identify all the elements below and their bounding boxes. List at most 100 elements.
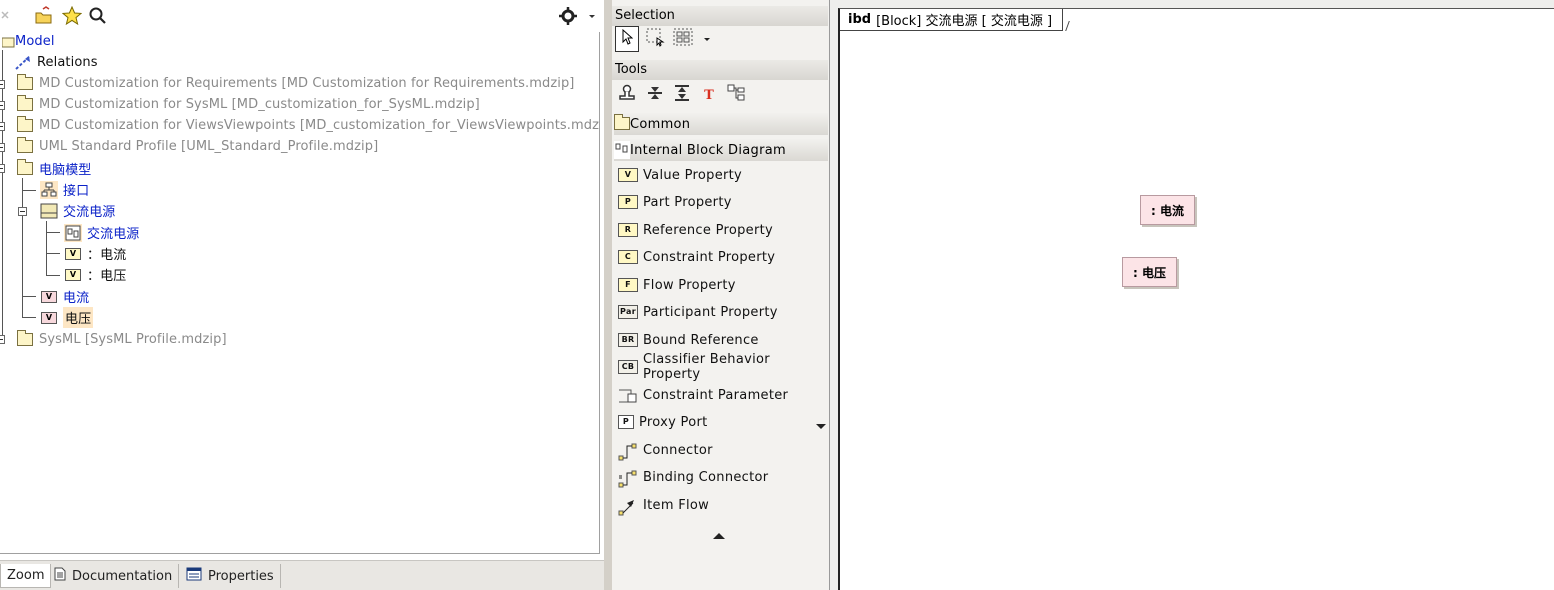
panel-splitter[interactable] (604, 0, 612, 590)
tree-node-uml-standard-profile[interactable]: UML Standard Profile [UML_Standard_Profi… (16, 136, 378, 157)
folder-open-icon[interactable] (34, 6, 54, 26)
value-property-icon: V (64, 245, 82, 263)
expander[interactable] (0, 101, 5, 110)
diagram-area: ibd [Block] 交流电源 [ 交流电源 ] : 电流 : 电压 (830, 0, 1554, 590)
palette-item-constraint-property[interactable]: C Constraint Property (614, 245, 828, 269)
collapse-icon[interactable] (0, 6, 20, 26)
relations-icon (14, 54, 32, 72)
tree-node-computer-model[interactable]: 电脑模型 (16, 158, 91, 179)
tree-node-md-sysml[interactable]: MD Customization for SysML [MD_customiza… (16, 94, 480, 115)
palette-item-reference-property[interactable]: R Reference Property (614, 218, 828, 242)
part-label: : 电流 (1151, 204, 1184, 218)
stamp-icon (618, 84, 636, 106)
palette-item-value-property[interactable]: V Value Property (614, 163, 828, 187)
tree-node-sysml-profile[interactable]: SysML [SysML Profile.mdzip] (16, 329, 227, 350)
palette-item-flow-property[interactable]: F Flow Property (614, 273, 828, 297)
tree-node-model[interactable]: Model (0, 32, 55, 52)
classifier-behavior-icon: CB (618, 360, 638, 374)
part-property-current[interactable]: : 电流 (1140, 195, 1195, 225)
constraint-parameter-icon (618, 388, 638, 403)
palette-item-participant-property[interactable]: Par Participant Property (614, 300, 828, 324)
tree-node-relations[interactable]: Relations (14, 52, 98, 73)
diagram-title: [Block] 交流电源 [ 交流电源 ] (876, 14, 1053, 29)
marquee-icon (645, 27, 665, 51)
expander[interactable] (18, 207, 27, 216)
expander[interactable] (0, 164, 5, 173)
tree-node-voltage-type[interactable]: V 电压 (40, 307, 94, 328)
stamp-tool-button[interactable] (616, 84, 638, 106)
collapse-space-button[interactable] (644, 84, 666, 106)
palette-group-label: Common (630, 116, 691, 132)
marquee-select-button[interactable] (643, 26, 667, 52)
profile-icon (16, 330, 34, 349)
tab-documentation[interactable]: Documentation (48, 564, 180, 588)
expander[interactable] (0, 143, 5, 152)
tab-label: Zoom (7, 568, 45, 583)
palette-item-label: Constraint Property (643, 249, 776, 265)
chevron-down-icon[interactable] (816, 419, 826, 434)
value-type-icon: V (40, 288, 58, 306)
tree-node-current-type[interactable]: V 电流 (40, 286, 89, 307)
tree-node-label: MD Customization for SysML [MD_customiza… (39, 97, 480, 112)
palette-item-label: Part Property (643, 194, 732, 210)
text-tool-button[interactable]: T (698, 84, 720, 106)
folder-icon (614, 113, 630, 134)
group-select-button[interactable] (671, 26, 695, 52)
diagram-frame-header[interactable]: ibd [Block] 交流电源 [ 交流电源 ] (840, 9, 1064, 31)
expander[interactable] (0, 122, 5, 131)
tree-node-label: 交流电源 (87, 227, 140, 242)
palette-item-label: Flow Property (643, 277, 736, 293)
tree-node-label: UML Standard Profile [UML_Standard_Profi… (39, 139, 379, 154)
palette-item-label: Bound Reference (643, 332, 759, 348)
selection-dropdown[interactable] (700, 26, 714, 52)
diagram-frame[interactable]: ibd [Block] 交流电源 [ 交流电源 ] : 电流 : 电压 (838, 8, 1554, 590)
gear-icon[interactable] (558, 6, 578, 26)
tree-node-md-viewsviewpoints[interactable]: MD Customization for ViewsViewpoints [MD… (16, 115, 599, 136)
tree-node-md-requirements[interactable]: MD Customization for Requirements [MD Cu… (16, 73, 574, 94)
item-flow-icon (618, 498, 638, 516)
palette-selection-header[interactable]: Selection (612, 6, 828, 26)
tree-node-voltage-property[interactable]: V ：电压 (64, 264, 126, 285)
star-icon[interactable] (61, 5, 83, 26)
tree-node-current-property[interactable]: V ：电流 (64, 243, 126, 264)
palette-item-part-property[interactable]: P Part Property (614, 190, 828, 214)
palette-item-connector[interactable]: Connector (614, 438, 828, 462)
tree-node-label: 交流电源 (63, 205, 116, 220)
diagram-kind: ibd (848, 12, 872, 27)
tab-label: Documentation (72, 568, 173, 584)
tree-node-ac-power-block[interactable]: 交流电源 (40, 200, 115, 221)
palette-tools-header[interactable]: Tools (612, 60, 828, 80)
palette-group-ibd[interactable]: Internal Block Diagram (614, 139, 828, 161)
palette-item-label: Item Flow (643, 497, 710, 513)
text-icon: T (704, 87, 714, 103)
package-icon (16, 137, 34, 156)
expander[interactable] (0, 335, 5, 344)
palette-item-bound-reference[interactable]: BR Bound Reference (614, 328, 828, 352)
search-icon[interactable] (88, 6, 108, 26)
palette-group-common[interactable]: Common (614, 113, 828, 135)
proxy-port-icon: P (618, 415, 634, 429)
tab-label: Properties (208, 568, 274, 584)
tree-node-interface[interactable]: 接口 (40, 179, 89, 200)
tab-properties[interactable]: Properties (180, 564, 281, 588)
pointer-tool-button[interactable] (615, 26, 639, 52)
tree-node-ac-power-ibd[interactable]: 交流电源 (64, 222, 139, 243)
expand-vertical-icon (673, 84, 691, 106)
palette-item-constraint-parameter[interactable]: Constraint Parameter (614, 383, 828, 407)
palette-item-label: Value Property (643, 167, 743, 183)
expander[interactable] (0, 80, 5, 89)
part-label: : 电压 (1133, 266, 1166, 280)
palette-item-binding-connector[interactable]: Binding Connector (614, 465, 828, 489)
layout-tool-button[interactable] (725, 84, 747, 106)
palette-item-proxy-port[interactable]: P Proxy Port (614, 410, 828, 434)
layout-icon (727, 84, 745, 106)
connector-icon (618, 443, 638, 461)
palette-item-classifier-behavior-property[interactable]: CB Classifier Behavior Property (614, 352, 828, 382)
tab-zoom[interactable]: Zoom (0, 564, 52, 588)
part-property-voltage[interactable]: : 电压 (1122, 257, 1177, 287)
scroll-up-arrow-icon[interactable] (712, 530, 726, 545)
chevron-down-icon[interactable] (586, 6, 606, 26)
palette-item-item-flow[interactable]: Item Flow (614, 493, 828, 517)
package-icon (16, 116, 34, 135)
expand-space-button[interactable] (671, 84, 693, 106)
